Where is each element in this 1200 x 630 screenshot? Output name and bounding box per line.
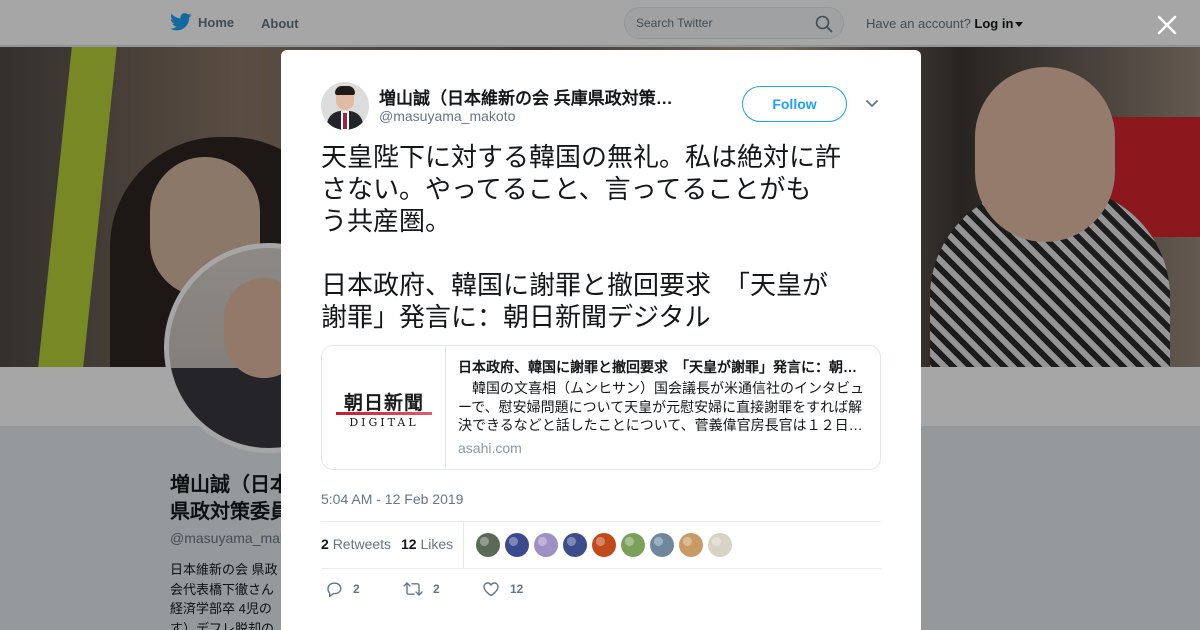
retweets-stat[interactable]: 2 Retweets — [321, 536, 391, 552]
tweet-modal: 増山誠（日本維新の会 兵庫県政対策… @masuyama_makoto Foll… — [281, 50, 921, 630]
liker-avatar[interactable] — [534, 533, 558, 557]
tweet-text-spacer — [321, 238, 881, 270]
liker-avatar[interactable] — [592, 533, 616, 557]
retweets-count: 2 — [321, 536, 329, 552]
tweet-text-line: 謝罪」発言に：朝日新聞デジタル — [321, 303, 711, 333]
tweet-text-line: う共産圏。 — [321, 207, 452, 237]
tweet-text-line: さない。やってること、言ってることがも — [321, 175, 812, 205]
tweet-actions: 2 2 12 — [321, 580, 881, 600]
liker-avatar[interactable] — [505, 533, 529, 557]
liker-avatar[interactable] — [563, 533, 587, 557]
stats-divider — [463, 522, 464, 568]
asahi-logo-bar — [336, 412, 432, 415]
close-icon[interactable] — [1155, 13, 1179, 37]
follow-button[interactable]: Follow — [742, 86, 847, 122]
tweet-text: 天皇陛下に対する韓国の無礼。私は絶対に許 さない。やってること、言ってることがも… — [321, 142, 881, 334]
avatar-tie — [343, 113, 347, 129]
card-body: 日本政府、韓国に謝罪と撤回要求 「天皇が謝罪」発言に：朝… 韓国の文喜相（ムンヒ… — [458, 358, 866, 456]
heart-icon — [483, 582, 499, 597]
likes-count: 12 — [401, 536, 417, 552]
reply-count: 2 — [353, 582, 360, 596]
liker-avatar[interactable] — [708, 533, 732, 557]
avatar-hair — [335, 86, 355, 95]
likes-stat[interactable]: 12 Likes — [401, 536, 453, 552]
link-preview-card[interactable]: 朝日新聞 DIGITAL 日本政府、韓国に謝罪と撤回要求 「天皇が謝罪」発言に：… — [321, 345, 881, 470]
asahi-logo-text: 朝日新聞 — [343, 392, 424, 414]
tweet-timestamp: 5:04 AM - 12 Feb 2019 — [321, 491, 464, 507]
reply-action[interactable]: 2 — [325, 580, 360, 598]
tweet-author-handle[interactable]: @masuyama_makoto — [379, 108, 515, 124]
retweet-icon — [403, 582, 423, 596]
liker-avatar[interactable] — [650, 533, 674, 557]
chevron-down-icon[interactable] — [865, 99, 879, 109]
tweet-stats: 2 Retweets 12 Likes — [321, 521, 881, 569]
card-domain: asahi.com — [458, 440, 522, 456]
like-count: 12 — [510, 582, 524, 596]
retweet-count: 2 — [433, 582, 440, 596]
liker-avatar[interactable] — [679, 533, 703, 557]
liker-avatars — [476, 533, 732, 557]
tweet-text-line: 天皇陛下に対する韓国の無礼。私は絶対に許 — [321, 143, 842, 173]
likes-label: Likes — [420, 536, 454, 552]
card-title: 日本政府、韓国に謝罪と撤回要求 「天皇が謝罪」発言に：朝… — [458, 359, 857, 375]
tweet-author-name[interactable]: 増山誠（日本維新の会 兵庫県政対策… — [379, 84, 699, 109]
liker-avatar[interactable] — [476, 533, 500, 557]
tweet-text-line: 日本政府、韓国に謝罪と撤回要求 「天皇が — [321, 271, 829, 301]
card-thumbnail: 朝日新聞 DIGITAL — [322, 346, 446, 469]
retweets-label: Retweets — [332, 536, 392, 552]
liker-avatar[interactable] — [621, 533, 645, 557]
tweet-author-avatar[interactable] — [321, 82, 369, 130]
card-description: 韓国の文喜相（ムンヒサン）国会議長が米通信社のインタビューで、慰安婦問題について… — [458, 380, 864, 433]
reply-icon — [327, 582, 342, 597]
like-action[interactable]: 12 — [482, 580, 523, 598]
retweet-action[interactable]: 2 — [403, 580, 440, 598]
asahi-logo-subtext: DIGITAL — [349, 416, 419, 429]
